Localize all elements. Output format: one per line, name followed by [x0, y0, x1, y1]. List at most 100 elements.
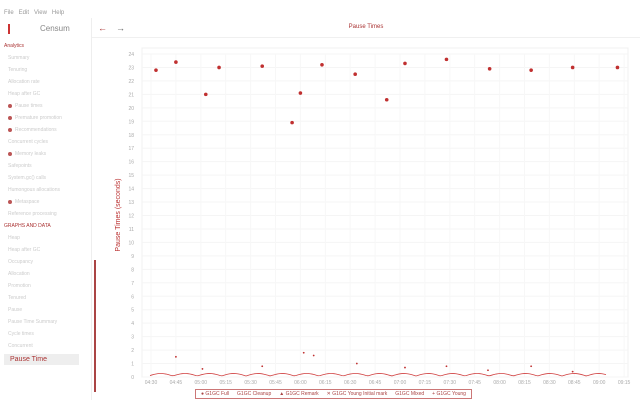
brand: Censum: [0, 18, 91, 40]
sidebar-item[interactable]: Cycle times: [0, 328, 91, 340]
legend-entry[interactable]: G1GC Cleanup: [237, 391, 271, 397]
y-tick-label: 5: [131, 308, 134, 314]
sidebar-item[interactable]: System.gc() calls: [0, 172, 91, 184]
sidebar-item-label: Safepoints: [8, 163, 32, 169]
sidebar-item-label: Concurrent cycles: [8, 139, 49, 145]
data-point-remark: [355, 362, 358, 365]
y-tick-label: 3: [131, 335, 134, 341]
menu-file[interactable]: File: [4, 10, 14, 16]
sidebar-item[interactable]: Pause: [0, 304, 91, 316]
y-tick-label: 22: [128, 79, 134, 85]
y-tick-label: 13: [128, 200, 134, 206]
x-tick-label: 08:45: [568, 380, 581, 386]
plot-area: [141, 47, 629, 378]
sidebar-item[interactable]: Summary: [0, 52, 91, 64]
chart-legend: ● G1GC Full G1GC Cleanup ▲ G1GC Remark ✕ G…: [195, 389, 472, 399]
data-point-remark: [530, 365, 533, 368]
sidebar-item-label: Pause times: [15, 103, 43, 109]
section-analytics[interactable]: Analytics: [0, 40, 91, 52]
sidebar-item[interactable]: Pause Time Summary: [0, 316, 91, 328]
menu-edit[interactable]: Edit: [19, 10, 29, 16]
data-point-remark: [571, 370, 574, 373]
menu-view[interactable]: View: [34, 10, 47, 16]
y-tick-label: 24: [128, 52, 134, 58]
menu-bar: File Edit View Help: [0, 0, 640, 16]
legend-label: G1GC Young Initial mark: [332, 391, 388, 397]
data-point-remark: [404, 366, 406, 369]
data-point-remark: [312, 354, 315, 357]
sidebar-item[interactable]: Heap: [0, 232, 91, 244]
data-point-full-gc: [298, 91, 303, 95]
sidebar-item[interactable]: Heap after GC: [0, 244, 91, 256]
section-graphs[interactable]: GRAPHS AND DATA: [0, 220, 91, 232]
logo-bar: [8, 24, 10, 34]
legend-entry[interactable]: G1GC Mixed: [395, 391, 424, 397]
menu-help[interactable]: Help: [52, 10, 64, 16]
y-tick-label: 18: [128, 133, 134, 139]
data-point-remark: [445, 365, 448, 368]
sidebar-item-label: Reference processing: [8, 211, 57, 217]
sidebar: Censum Analytics Summary Tenuring Allocati…: [0, 18, 92, 400]
legend-entry[interactable]: ● G1GC Full: [201, 391, 229, 397]
x-tick-label: 06:30: [344, 380, 357, 386]
data-point-full-gc: [154, 68, 158, 72]
sidebar-item[interactable]: Reference processing: [0, 208, 91, 220]
sidebar-item[interactable]: Memory leaks: [0, 148, 91, 160]
sidebar-item[interactable]: Metaspace: [0, 196, 91, 208]
sidebar-item[interactable]: Occupancy: [0, 256, 91, 268]
data-point-full-gc: [529, 68, 533, 72]
y-tick-label: 16: [128, 160, 134, 166]
y-tick-label: 1: [131, 362, 134, 368]
sidebar-item[interactable]: Concurrent cycles: [0, 136, 91, 148]
sidebar-item[interactable]: Humongous allocations: [0, 184, 91, 196]
data-point-remark: [261, 365, 264, 368]
x-tick-label: 08:00: [493, 380, 506, 386]
x-tick-label: 05:45: [269, 380, 282, 386]
sidebar-item-label: Humongous allocations: [8, 187, 60, 193]
data-point-full-gc: [260, 64, 265, 68]
data-point-full-gc: [290, 120, 294, 125]
sidebar-item-label: Memory leaks: [15, 151, 47, 157]
legend-entry[interactable]: ✕ G1GC Young Initial mark: [327, 391, 388, 397]
y-tick-label: 2: [131, 348, 134, 354]
sidebar-item-label: Heap after GC: [8, 91, 41, 97]
sidebar-item[interactable]: Allocation: [0, 268, 91, 280]
sidebar-item[interactable]: Pause times: [0, 100, 91, 112]
data-point-full-gc: [615, 65, 620, 70]
legend-entry[interactable]: ▲ G1GC Remark: [279, 391, 318, 397]
legend-entry[interactable]: + G1GC Young: [432, 391, 466, 397]
warning-icon: [8, 128, 12, 132]
sidebar-item[interactable]: Allocation rate: [0, 76, 91, 88]
y-tick-label: 8: [131, 267, 134, 273]
data-point-full-gc: [217, 65, 221, 70]
y-tick-label: 23: [128, 65, 134, 71]
sidebar-item[interactable]: Concurrent: [0, 340, 91, 352]
sidebar-scrollbar[interactable]: [94, 260, 96, 392]
sidebar-item[interactable]: Tenured: [0, 292, 91, 304]
sidebar-item[interactable]: Recommendations: [0, 124, 91, 136]
y-axis-label: Pause Times (seconds): [115, 178, 122, 251]
y-tick-label: 6: [131, 294, 134, 300]
x-tick-label: 04:45: [170, 380, 183, 386]
data-point-full-gc: [444, 57, 449, 62]
y-tick-label: 12: [128, 214, 134, 220]
sidebar-item[interactable]: Tenuring: [0, 64, 91, 76]
sidebar-item[interactable]: Heap after GC: [0, 88, 91, 100]
sidebar-item-label: Summary: [8, 55, 30, 61]
toolbar: ← → Pause Times: [92, 18, 640, 38]
sidebar-item-pause-time[interactable]: Pause Time: [4, 354, 79, 365]
data-point-remark: [201, 368, 204, 370]
data-point-remark: [302, 351, 305, 354]
sidebar-item-label: Metaspace: [15, 199, 40, 205]
warning-icon: [8, 200, 12, 204]
x-tick-label: 07:45: [468, 380, 481, 386]
y-tick-label: 0: [131, 375, 134, 381]
y-tick-label: 7: [131, 281, 134, 287]
sidebar-item-label: Recommendations: [15, 127, 57, 133]
sidebar-item[interactable]: Promotion: [0, 280, 91, 292]
sidebar-item[interactable]: Premature promotion: [0, 112, 91, 124]
y-tick-label: 17: [128, 146, 134, 152]
x-tick-label: 06:45: [369, 380, 382, 386]
warning-icon: [8, 104, 12, 108]
sidebar-item[interactable]: Safepoints: [0, 160, 91, 172]
